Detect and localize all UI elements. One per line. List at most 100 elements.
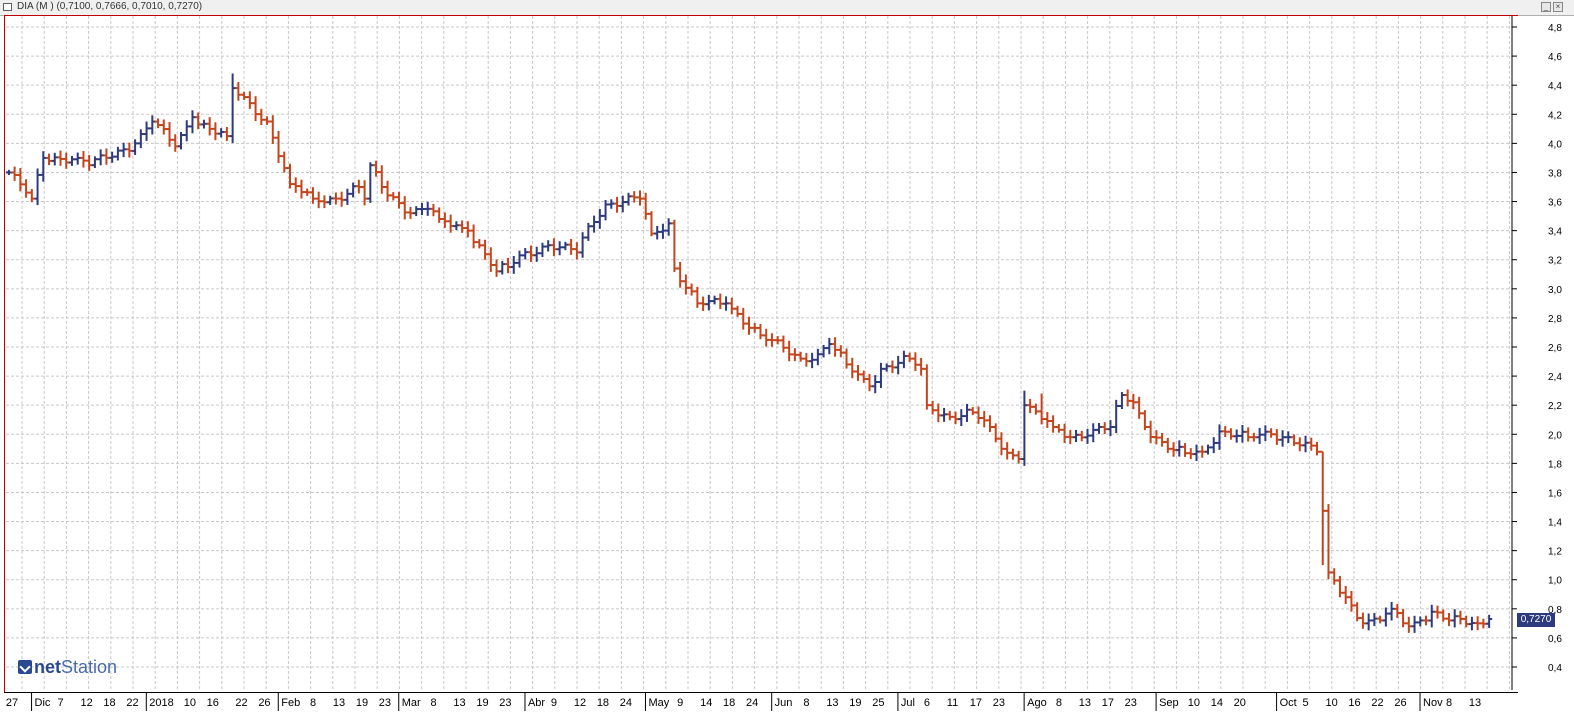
x-tick-label: 18 [103, 697, 115, 709]
ohlc-bar [843, 348, 850, 369]
ohlc-bar [1279, 430, 1286, 447]
ohlc-bar [447, 214, 454, 233]
ohlc-bar [619, 195, 626, 213]
ohlc-bar [367, 162, 374, 203]
x-tick-label: Jul [901, 697, 915, 709]
ohlc-bar [390, 192, 397, 201]
ohlc-bar [1055, 424, 1062, 433]
ohlc-bar [1136, 396, 1143, 419]
x-tick-label: Ago [1027, 697, 1047, 709]
ohlc-bar [1141, 410, 1148, 431]
ohlc-bar [780, 335, 787, 353]
ohlc-bar [1463, 615, 1470, 628]
ohlc-bar [1078, 430, 1085, 442]
ohlc-bar [384, 180, 391, 202]
ohlc-bar [751, 322, 758, 333]
ohlc-bar [103, 148, 110, 165]
ohlc-bar [774, 336, 781, 345]
ohlc-bar [1256, 427, 1263, 444]
ohlc-bar [11, 166, 18, 181]
y-tick-label: 3,0 [1548, 285, 1562, 296]
y-tick-label: 2,6 [1548, 343, 1562, 354]
ohlc-chart[interactable]: 4,8 4,6 4,4 4,2 4,0 3,8 3,6 3,4 3,2 3,0 2,8 2,6 2,4 2… [0, 0, 1574, 713]
ohlc-bar [1210, 437, 1217, 454]
ohlc-bar [1084, 429, 1091, 444]
x-tick-label: 14 [1211, 697, 1223, 709]
ohlc-bar [694, 286, 701, 308]
ohlc-bar [23, 179, 30, 198]
ohlc-bar [413, 206, 420, 217]
x-tick-label: 26 [1394, 697, 1406, 709]
ohlc-bar [918, 357, 925, 376]
x-tick-label: 18 [723, 697, 735, 709]
ohlc-bar [453, 221, 460, 231]
ohlc-bar [1044, 412, 1051, 428]
ohlc-bar [1457, 610, 1464, 625]
x-tick-label: 19 [356, 697, 368, 709]
ohlc-bar [155, 118, 162, 129]
ohlc-bar [522, 248, 529, 260]
y-tick-label: 3,4 [1548, 227, 1562, 238]
ohlc-bar [1342, 585, 1349, 605]
ohlc-bar [912, 352, 919, 372]
x-tick-label: 12 [574, 697, 586, 709]
x-tick-label: 10 [184, 697, 196, 709]
ohlc-bar [1417, 616, 1424, 627]
ohlc-bar [378, 165, 385, 194]
ohlc-bar [935, 403, 942, 423]
ohlc-bar [1371, 612, 1378, 627]
ohlc-bar [126, 142, 133, 158]
ohlc-bar [1067, 430, 1074, 445]
x-tick-label: 24 [746, 697, 758, 709]
y-tick-label: 1,2 [1548, 547, 1562, 558]
y-tick-label: 1,8 [1548, 459, 1562, 470]
x-tick-label: 7 [58, 697, 64, 709]
ohlc-bar [723, 296, 730, 311]
ohlc-bar [826, 337, 833, 355]
x-tick-label: 8 [430, 697, 436, 709]
ohlc-bar [51, 152, 58, 166]
ohlc-bar [1440, 609, 1447, 622]
ohlc-bar [418, 202, 425, 216]
ohlc-bar [883, 363, 890, 372]
ohlc-bar [1239, 425, 1246, 443]
ohlc-bar [1336, 575, 1343, 598]
ohlc-bar [872, 375, 879, 394]
netstation-logo-icon [18, 660, 32, 674]
x-tick-label: Sep [1159, 697, 1179, 709]
ohlc-bar [1233, 429, 1240, 443]
ohlc-bar [1004, 442, 1011, 460]
x-tick-label: 10 [1188, 697, 1200, 709]
x-tick-label: 23 [1125, 697, 1137, 709]
ohlc-bar [396, 191, 403, 209]
ohlc-bar [160, 119, 167, 135]
ohlc-bar [1147, 420, 1154, 444]
y-tick-label: 4,2 [1548, 110, 1562, 121]
x-tick-label: 18 [597, 697, 609, 709]
ohlc-bar [889, 360, 896, 374]
ohlc-bar [1176, 440, 1183, 457]
ohlc-bar [1428, 604, 1435, 628]
ohlc-bar [573, 242, 580, 260]
ohlc-bar [68, 155, 75, 166]
ohlc-bar [556, 241, 563, 256]
ohlc-bar [327, 195, 334, 205]
ohlc-bar [229, 73, 236, 144]
ohlc-bar [1090, 423, 1097, 443]
ohlc-bar [1118, 391, 1125, 410]
ohlc-bar [1170, 442, 1177, 457]
ohlc-bar [711, 295, 718, 305]
ohlc-bar [705, 294, 712, 311]
x-tick-label: Oct [1280, 697, 1297, 709]
x-tick-label: 23 [993, 697, 1005, 709]
x-tick-label: 9 [677, 697, 683, 709]
ohlc-bar [625, 192, 632, 206]
y-tick-label: 2,2 [1548, 401, 1562, 412]
x-tick-label: 8 [1446, 697, 1452, 709]
ohlc-bar [1314, 441, 1321, 456]
x-tick-label: Abr [528, 697, 545, 709]
x-tick-label: 8 [1056, 697, 1062, 709]
ohlc-bar [550, 238, 557, 257]
ohlc-bar [315, 191, 322, 209]
ohlc-bar [923, 364, 930, 410]
